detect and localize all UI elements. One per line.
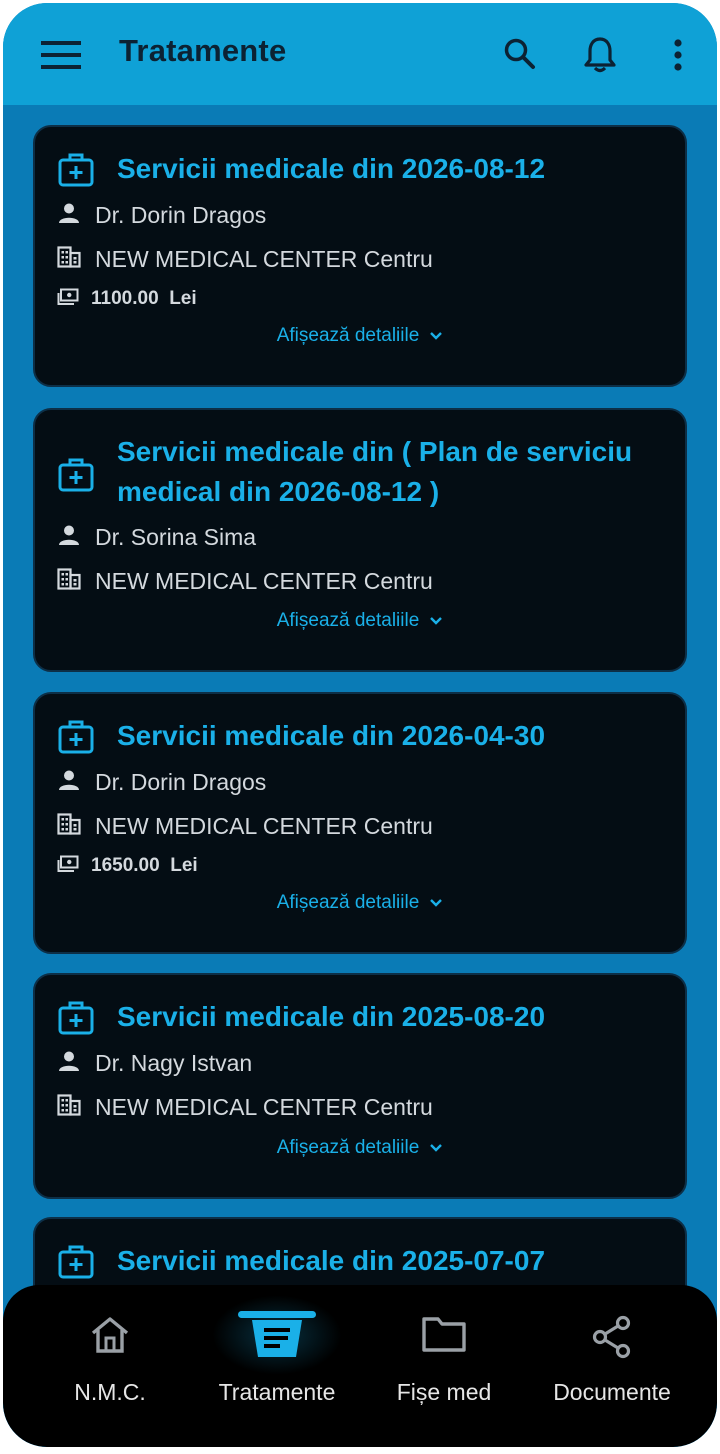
person-icon bbox=[57, 523, 81, 552]
clinic-name: NEW MEDICAL CENTER Centru bbox=[95, 245, 433, 272]
building-icon bbox=[57, 1093, 81, 1121]
show-details-button[interactable]: Afișează detaliile bbox=[35, 325, 685, 347]
money-icon bbox=[57, 855, 79, 878]
treatment-title: Servicii medicale din 2026-08-12 bbox=[117, 153, 546, 184]
nav-label: Tratamente bbox=[218, 1379, 336, 1405]
bell-icon[interactable] bbox=[584, 36, 616, 79]
price-row: 1650.00 Lei bbox=[57, 851, 198, 881]
menu-icon[interactable] bbox=[41, 39, 81, 76]
treatments-icon bbox=[236, 1309, 318, 1366]
nav-label: Fișe med bbox=[396, 1379, 492, 1405]
bottom-navigation: N.M.C. Tratamente Fișe med Documente bbox=[3, 1285, 717, 1447]
building-icon bbox=[57, 567, 81, 595]
treatment-card[interactable]: Servicii medicale din 2026-04-30 Dr. Dor… bbox=[33, 692, 687, 954]
person-icon bbox=[57, 201, 81, 230]
medical-kit-icon bbox=[57, 1243, 95, 1286]
treatment-title: Servicii medicale din ( Plan de serviciu… bbox=[117, 436, 633, 507]
doctor-row: Dr. Sorina Sima bbox=[57, 522, 256, 552]
phone-screen: Tratamente Servicii medicale din 2026-08… bbox=[3, 3, 717, 1447]
nav-label: N.M.C. bbox=[74, 1379, 146, 1405]
medical-kit-icon bbox=[57, 456, 95, 499]
nav-item-documente[interactable]: Documente bbox=[523, 1285, 701, 1447]
chevron-down-icon bbox=[430, 1144, 443, 1152]
building-icon bbox=[57, 812, 81, 840]
treatment-title: Servicii medicale din 2025-07-07 bbox=[117, 1245, 546, 1276]
nav-item-tratamente[interactable]: Tratamente bbox=[188, 1285, 366, 1447]
doctor-name: Dr. Nagy Istvan bbox=[95, 1049, 253, 1076]
treatment-title: Servicii medicale din 2025-08-20 bbox=[117, 1001, 546, 1032]
treatment-card[interactable]: Servicii medicale din ( Plan de serviciu… bbox=[33, 408, 687, 672]
nav-item-nmc[interactable]: N.M.C. bbox=[21, 1285, 199, 1447]
show-details-button[interactable]: Afișează detaliile bbox=[35, 610, 685, 632]
medical-kit-icon bbox=[57, 718, 95, 761]
doctor-name: Dr. Dorin Dragos bbox=[95, 768, 267, 795]
clinic-row: NEW MEDICAL CENTER Centru bbox=[57, 1092, 433, 1122]
doctor-row: Dr. Nagy Istvan bbox=[57, 1048, 252, 1078]
nav-label: Documente bbox=[553, 1379, 671, 1405]
show-details-button[interactable]: Afișează detaliile bbox=[35, 892, 685, 914]
home-icon bbox=[88, 1315, 132, 1360]
folder-icon bbox=[421, 1315, 467, 1358]
clinic-name: NEW MEDICAL CENTER Centru bbox=[95, 812, 433, 839]
share-icon bbox=[591, 1315, 633, 1364]
person-icon bbox=[57, 768, 81, 797]
doctor-row: Dr. Dorin Dragos bbox=[57, 767, 266, 797]
money-icon bbox=[57, 288, 79, 311]
doctor-name: Dr. Dorin Dragos bbox=[95, 201, 267, 228]
person-icon bbox=[57, 1049, 81, 1078]
doctor-name: Dr. Sorina Sima bbox=[95, 523, 257, 550]
building-icon bbox=[57, 245, 81, 273]
chevron-down-icon bbox=[430, 617, 443, 625]
app-bar: Tratamente bbox=[3, 3, 717, 105]
price-row: 1100.00 Lei bbox=[57, 284, 197, 314]
medical-kit-icon bbox=[57, 151, 95, 194]
chevron-down-icon bbox=[430, 899, 443, 907]
treatments-list[interactable]: Servicii medicale din 2026-08-12 Dr. Dor… bbox=[3, 105, 717, 1447]
price-value: 1650.00 Lei bbox=[91, 855, 198, 876]
clinic-row: NEW MEDICAL CENTER Centru bbox=[57, 811, 433, 841]
clinic-name: NEW MEDICAL CENTER Centru bbox=[95, 1093, 433, 1120]
treatment-card[interactable]: Servicii medicale din 2026-08-12 Dr. Dor… bbox=[33, 125, 687, 387]
clinic-name: NEW MEDICAL CENTER Centru bbox=[95, 567, 433, 594]
chevron-down-icon bbox=[430, 332, 443, 340]
doctor-row: Dr. Dorin Dragos bbox=[57, 200, 266, 230]
search-icon[interactable] bbox=[503, 37, 537, 76]
nav-item-fise-med[interactable]: Fișe med bbox=[355, 1285, 533, 1447]
page-title: Tratamente bbox=[119, 33, 287, 68]
more-vert-icon[interactable] bbox=[673, 39, 683, 76]
medical-kit-icon bbox=[57, 999, 95, 1042]
show-details-button[interactable]: Afișează detaliile bbox=[35, 1137, 685, 1159]
treatment-title: Servicii medicale din 2026-04-30 bbox=[117, 720, 546, 751]
treatment-card[interactable]: Servicii medicale din 2025-08-20 Dr. Nag… bbox=[33, 973, 687, 1199]
price-value: 1100.00 Lei bbox=[91, 288, 197, 309]
clinic-row: NEW MEDICAL CENTER Centru bbox=[57, 566, 433, 596]
clinic-row: NEW MEDICAL CENTER Centru bbox=[57, 244, 433, 274]
